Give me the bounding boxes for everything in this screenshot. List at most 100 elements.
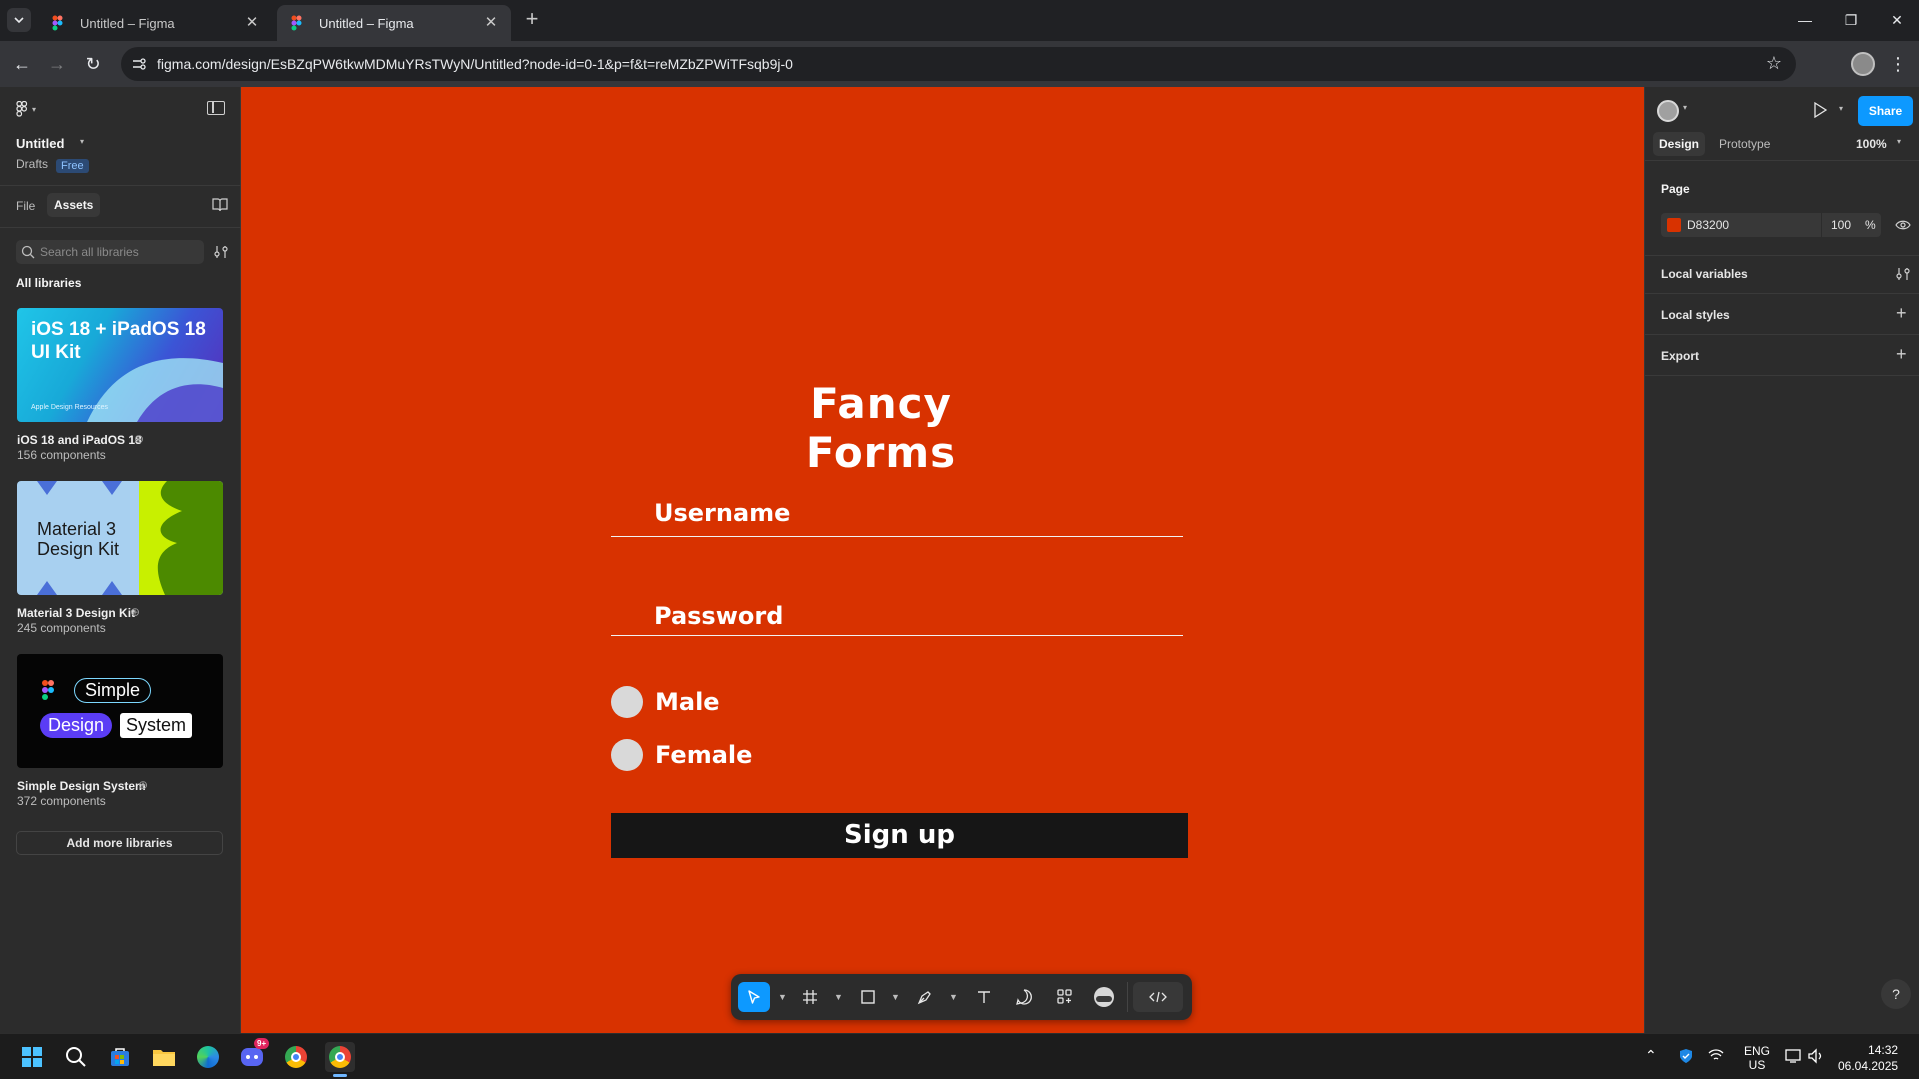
library-book-icon[interactable] — [212, 198, 228, 212]
dev-mode-toggle[interactable] — [1133, 982, 1183, 1012]
file-location[interactable]: Drafts — [16, 157, 48, 171]
page-fill-row[interactable]: D83200 100 % — [1661, 213, 1881, 237]
browser-tab-1[interactable]: Untitled – Figma ✕ — [38, 5, 272, 41]
chevron-down-icon[interactable]: ▾ — [80, 137, 84, 146]
windows-start-icon[interactable] — [17, 1042, 47, 1072]
display-icon[interactable] — [1785, 1048, 1803, 1069]
library-card-title: iOS 18 + iPadOS 18 UI Kit — [31, 319, 206, 363]
tab-prototype[interactable]: Prototype — [1719, 137, 1770, 151]
chevron-up-icon[interactable]: ⌃ — [1645, 1047, 1657, 1064]
zoom-level[interactable]: 100% — [1856, 137, 1887, 151]
password-label[interactable]: Password — [654, 602, 783, 630]
close-window-button[interactable]: ✕ — [1882, 8, 1912, 32]
pen-tool-icon[interactable] — [912, 984, 938, 1010]
form-title[interactable]: Fancy Forms — [761, 379, 1001, 477]
add-plus-icon[interactable]: + — [1896, 344, 1907, 365]
export-label[interactable]: Export — [1661, 349, 1699, 363]
reload-icon[interactable]: ↻ — [81, 52, 105, 76]
female-radio[interactable] — [611, 739, 643, 771]
male-radio[interactable] — [611, 686, 643, 718]
library-name[interactable]: Material 3 Design Kit — [17, 606, 135, 620]
discord-icon[interactable]: 9+ — [237, 1038, 270, 1072]
profile-avatar[interactable] — [1851, 52, 1875, 76]
share-button[interactable]: Share — [1858, 96, 1913, 126]
chrome-active-icon[interactable] — [325, 1042, 355, 1077]
library-count: 245 components — [17, 621, 106, 635]
tab-design[interactable]: Design — [1653, 132, 1706, 156]
address-bar[interactable]: figma.com/design/EsBZqPW6tkwMDMuYRsTWyN/… — [121, 47, 1796, 81]
main-menu-button[interactable]: ▾ — [16, 101, 36, 117]
username-underline[interactable] — [611, 536, 1183, 537]
female-label[interactable]: Female — [655, 741, 752, 769]
frame-tool-icon[interactable] — [797, 984, 823, 1010]
local-variables-label[interactable]: Local variables — [1661, 267, 1748, 281]
chevron-down-icon[interactable]: ▼ — [891, 992, 900, 1002]
username-label[interactable]: Username — [654, 499, 790, 527]
plugin-avatar-icon[interactable] — [1091, 984, 1117, 1010]
network-icon[interactable] — [1707, 1048, 1725, 1064]
chevron-down-icon[interactable]: ▼ — [834, 992, 843, 1002]
tab-title: Untitled – Figma — [319, 15, 414, 31]
library-search-input[interactable]: Search all libraries — [16, 240, 204, 264]
local-styles-label[interactable]: Local styles — [1661, 308, 1730, 322]
add-plus-icon[interactable]: + — [1896, 303, 1907, 324]
password-underline[interactable] — [611, 635, 1183, 636]
library-count: 372 components — [17, 794, 106, 808]
language-indicator[interactable]: ENG US — [1744, 1044, 1770, 1072]
browser-tab-2[interactable]: Untitled – Figma ✕ — [277, 5, 511, 41]
tab-search-button[interactable] — [7, 8, 31, 32]
file-explorer-icon[interactable] — [149, 1042, 179, 1072]
bookmark-star-icon[interactable]: ☆ — [1766, 53, 1782, 74]
toggle-sidebar-icon[interactable] — [207, 101, 225, 115]
clock-date: 06.04.2025 — [1838, 1059, 1899, 1073]
back-arrow-icon[interactable]: ← — [10, 52, 34, 76]
design-canvas[interactable]: Fancy Forms Username Password Male Femal… — [241, 87, 1644, 1033]
sign-up-button[interactable]: Sign up — [611, 813, 1188, 858]
tab-file[interactable]: File — [16, 199, 35, 213]
forward-arrow-icon[interactable]: → — [45, 52, 69, 76]
page-color-hex[interactable]: D83200 — [1687, 218, 1729, 232]
close-tab-icon[interactable]: ✕ — [244, 15, 260, 31]
page-section-title: Page — [1661, 182, 1690, 196]
chevron-down-icon[interactable]: ▼ — [949, 992, 958, 1002]
site-info-icon[interactable] — [131, 56, 147, 72]
file-name[interactable]: Untitled — [16, 136, 64, 151]
edge-browser-icon[interactable] — [193, 1042, 223, 1072]
security-shield-icon[interactable] — [1678, 1048, 1694, 1064]
user-avatar[interactable] — [1657, 100, 1679, 122]
filter-adjust-icon[interactable] — [213, 244, 229, 260]
text-tool-icon[interactable] — [971, 984, 997, 1010]
move-tool-icon[interactable] — [738, 982, 770, 1012]
chevron-down-icon[interactable]: ▾ — [1683, 103, 1687, 112]
library-card-material[interactable]: Material 3 Design Kit — [17, 481, 223, 595]
page-color-swatch[interactable] — [1667, 218, 1681, 232]
microsoft-store-icon[interactable] — [105, 1042, 135, 1072]
eye-visibility-icon[interactable] — [1895, 218, 1911, 236]
chevron-down-icon[interactable]: ▾ — [1839, 104, 1843, 113]
page-opacity-value[interactable]: 100 — [1831, 218, 1851, 232]
male-label[interactable]: Male — [655, 688, 720, 716]
new-tab-button[interactable]: + — [520, 8, 544, 32]
chevron-down-icon[interactable]: ▾ — [1897, 137, 1901, 146]
chrome-icon[interactable] — [281, 1042, 311, 1072]
volume-icon[interactable] — [1807, 1048, 1825, 1069]
chevron-down-icon[interactable]: ▼ — [778, 992, 787, 1002]
tab-assets[interactable]: Assets — [47, 193, 101, 217]
variables-adjust-icon[interactable] — [1895, 266, 1911, 287]
library-name[interactable]: Simple Design System — [17, 779, 146, 793]
search-icon[interactable] — [61, 1042, 91, 1072]
help-button[interactable]: ? — [1881, 979, 1911, 1009]
actions-tool-icon[interactable] — [1052, 984, 1078, 1010]
library-name[interactable]: iOS 18 and iPadOS 18 — [17, 433, 142, 447]
close-tab-icon[interactable]: ✕ — [483, 15, 499, 31]
minimize-window-button[interactable]: — — [1790, 8, 1820, 32]
library-card-simple[interactable]: Simple Design System — [17, 654, 223, 768]
comment-tool-icon[interactable] — [1011, 984, 1037, 1010]
rectangle-tool-icon[interactable] — [855, 984, 881, 1010]
add-more-libraries-button[interactable]: Add more libraries — [16, 831, 223, 855]
browser-menu-icon[interactable]: ⋮ — [1886, 52, 1910, 76]
clock[interactable]: 14:32 06.04.2025 — [1838, 1042, 1898, 1074]
restore-window-button[interactable]: ❐ — [1836, 8, 1866, 32]
present-play-icon[interactable] — [1813, 101, 1828, 123]
library-card-ios[interactable]: iOS 18 + iPadOS 18 UI Kit Apple Design R… — [17, 308, 223, 422]
